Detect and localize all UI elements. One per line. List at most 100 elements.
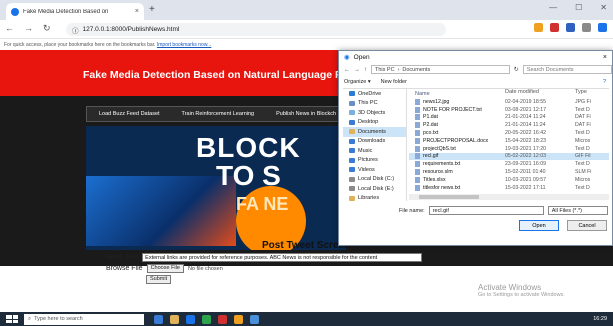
extension-icon[interactable] <box>550 23 559 32</box>
file-row[interactable]: news12.jpg 02-04-2019 18:55 JPG Fi <box>409 98 609 106</box>
path-breadcrumb[interactable]: This PC › Documents <box>371 65 510 74</box>
nav-item[interactable]: OneDrive <box>343 89 406 99</box>
nav-item[interactable]: Music <box>343 146 406 156</box>
file-row[interactable]: P1.dat 21-01-2014 11:24 DAT Fi <box>409 114 609 122</box>
file-name-text: requirements.txt <box>423 161 461 168</box>
up-icon[interactable]: ↑ <box>364 67 367 73</box>
breadcrumb-documents[interactable]: Documents <box>402 66 430 73</box>
dialog-search-input[interactable]: Search Documents <box>522 65 612 74</box>
file-row[interactable]: NOTE FOR PROJECT.txt 03-08-2021 12:17 Text… <box>409 106 609 114</box>
organize-button[interactable]: Organize ▾ <box>344 79 371 85</box>
maximize-icon[interactable]: ☐ <box>575 3 582 12</box>
nav-item[interactable]: Libraries <box>343 194 406 204</box>
horizontal-scrollbar[interactable] <box>409 194 609 200</box>
breadcrumb-this-pc[interactable]: This PC <box>375 66 395 73</box>
file-row[interactable]: P2.dat 21-01-2014 11:24 DAT Fi <box>409 121 609 129</box>
nav-item[interactable]: This PC <box>343 99 406 109</box>
file-date-cell: 15-02-2011 01:40 <box>505 169 546 176</box>
file-row[interactable]: resource.slm 15-02-2011 01:40 SLM Fi <box>409 168 609 176</box>
help-icon[interactable]: ? <box>603 79 606 85</box>
folder-icon <box>349 91 355 97</box>
app-icon[interactable] <box>218 314 227 324</box>
nav-item[interactable]: Local Disk (E:) <box>343 184 406 194</box>
edge-icon[interactable] <box>186 314 195 324</box>
browser-tab-bar: Fake Media Detection Based on × + — ☐ ✕ <box>0 0 613 20</box>
file-name-input[interactable]: recl.gif <box>428 206 544 215</box>
open-button[interactable]: Open <box>519 220 559 231</box>
nav-item[interactable]: Videos <box>343 165 406 175</box>
search-icon: ⌕ <box>28 315 32 322</box>
choose-file-button[interactable]: Choose File <box>146 264 184 273</box>
nav-item[interactable]: Downloads <box>343 137 406 147</box>
puzzle-icon[interactable] <box>582 23 591 32</box>
minimize-icon[interactable]: — <box>549 3 557 12</box>
new-tab-button[interactable]: + <box>149 4 155 15</box>
nav-item[interactable]: 3D Objects <box>343 108 406 118</box>
file-row[interactable]: projectQbS.txt 19-03-2021 17:20 Text D <box>409 145 609 153</box>
file-date-cell: 23-09-2021 16:09 <box>505 161 546 168</box>
dialog-title: Open <box>353 53 370 61</box>
column-type[interactable]: Type <box>575 89 609 98</box>
app-icon[interactable] <box>250 314 259 324</box>
news-text-input[interactable]: External links are provided for referenc… <box>142 253 423 262</box>
folder-icon <box>349 129 355 135</box>
dialog-title-bar: ◉ Open × <box>339 51 612 63</box>
new-folder-button[interactable]: New folder <box>381 79 407 85</box>
cancel-button[interactable]: Cancel <box>567 220 607 231</box>
app-icon[interactable] <box>234 314 243 324</box>
browser-tab[interactable]: Fake Media Detection Based on × <box>6 3 144 20</box>
close-tab-icon[interactable]: × <box>135 8 139 15</box>
file-row[interactable]: recl.gif 05-02-2022 12:03 GIF Fil <box>409 152 609 161</box>
file-type-cell: GIF Fil <box>575 153 591 160</box>
submit-button[interactable]: Submit <box>146 275 172 284</box>
app-icon[interactable] <box>202 314 211 324</box>
import-bookmarks-link[interactable]: Import bookmarks now... <box>157 42 211 48</box>
extension-icon[interactable] <box>534 23 543 32</box>
file-name-text: news12.jpg <box>423 98 450 105</box>
folder-icon <box>349 176 355 182</box>
file-name-text: resource.slm <box>423 169 453 176</box>
menu-item-load-dataset[interactable]: Load Buzz Feed Dataset <box>99 111 160 117</box>
menu-item-publish[interactable]: Publish News in Blockch <box>276 111 336 117</box>
file-name-cell: titlesfor news.txt <box>409 184 505 191</box>
back-arrow-icon[interactable]: ← <box>5 23 14 34</box>
dialog-close-icon[interactable]: × <box>603 54 607 61</box>
file-type-cell: DAT Fi <box>575 122 591 129</box>
taskbar-search[interactable]: ⌕ Type here to search <box>24 313 144 325</box>
file-row[interactable]: PROJECTPROPOSAL.docx 15-04-2022 18:23 Micr… <box>409 137 609 145</box>
nav-item[interactable]: Documents <box>343 127 406 137</box>
file-date-cell: 03-08-2021 12:17 <box>505 106 546 113</box>
file-icon <box>415 176 420 183</box>
file-row[interactable]: requirements.txt 23-09-2021 16:09 Text D <box>409 160 609 168</box>
close-window-icon[interactable]: ✕ <box>600 3 607 12</box>
url-field[interactable]: ⓘ 127.0.0.1:8000/PublishNews.html <box>66 23 446 36</box>
extension-icon[interactable] <box>566 23 575 32</box>
menu-item-train[interactable]: Train Reinforcement Learning <box>182 111 255 117</box>
nav-item[interactable]: Desktop <box>343 118 406 128</box>
forward-icon[interactable]: → <box>354 67 360 73</box>
back-icon[interactable]: ← <box>344 67 350 73</box>
column-name[interactable]: Name <box>409 89 505 98</box>
browse-file-row: Browse File Choose File No file chosen <box>106 264 223 273</box>
task-view-icon[interactable] <box>154 314 163 324</box>
window-controls: — ☐ ✕ <box>549 3 607 12</box>
nav-item[interactable]: Local Disk (C:) <box>343 175 406 185</box>
file-date-cell: 05-02-2022 12:03 <box>505 153 546 160</box>
file-row[interactable]: titlesfor news.txt 15-03-2022 17:11 Text D <box>409 184 609 192</box>
forward-arrow-icon[interactable]: → <box>24 23 33 34</box>
watermark-line-1: Activate Windows <box>478 283 542 292</box>
refresh-icon[interactable]: ↻ <box>514 66 519 73</box>
file-type-select[interactable]: All Files (*.*) <box>547 206 608 215</box>
reload-icon[interactable]: ↻ <box>43 23 51 34</box>
nav-item[interactable]: Pictures <box>343 156 406 166</box>
file-name-cell: P2.dat <box>409 122 505 129</box>
windows-start-icon[interactable] <box>6 315 18 323</box>
file-row[interactable]: pco.txt 20-05-2022 16:42 Text D <box>409 129 609 137</box>
file-explorer-icon[interactable] <box>170 314 179 324</box>
scrollbar-thumb[interactable] <box>419 195 479 199</box>
folder-icon <box>349 110 355 116</box>
file-row[interactable]: Titles.xlsx 10-03-2021 09:57 Micros <box>409 176 609 184</box>
file-name-cell: resource.slm <box>409 169 505 176</box>
profile-icon[interactable] <box>598 23 607 32</box>
column-date[interactable]: Date modified <box>505 89 575 98</box>
